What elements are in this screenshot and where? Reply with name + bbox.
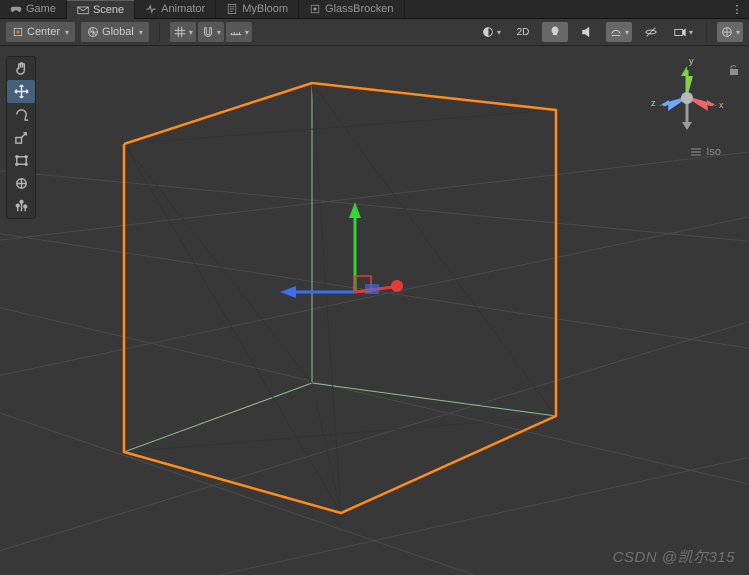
camera-icon	[673, 25, 687, 39]
gizmos-icon	[720, 25, 734, 39]
iso-icon	[690, 147, 702, 157]
snap-settings[interactable]	[226, 22, 252, 42]
mode-2d-toggle[interactable]: 2D	[510, 22, 536, 42]
magnet-icon	[201, 25, 215, 39]
lighting-toggle[interactable]	[542, 22, 568, 42]
tab-label: MyBloom	[242, 3, 288, 15]
transform-tool[interactable]	[7, 172, 35, 195]
scene-viewport[interactable]	[0, 46, 749, 575]
watermark: CSDN @凯尔315	[613, 546, 735, 567]
shader-icon	[309, 3, 321, 15]
effects-toggle[interactable]	[606, 22, 632, 42]
ruler-icon	[229, 25, 243, 39]
rotate-icon	[14, 107, 29, 122]
scene-icon	[77, 4, 89, 16]
tab-overflow-menu[interactable]: ⋮	[725, 3, 749, 16]
rect-tool[interactable]	[7, 149, 35, 172]
animator-icon	[145, 3, 157, 15]
floor-grid	[0, 146, 749, 575]
tool-palette	[6, 56, 36, 219]
cube-wireframe	[124, 83, 556, 513]
tab-game[interactable]: Game	[0, 0, 67, 19]
gizmo-lock[interactable]	[729, 64, 739, 79]
draw-mode-dropdown[interactable]	[478, 22, 504, 42]
tab-mybloom[interactable]: MyBloom	[216, 0, 299, 19]
lightbulb-icon	[548, 25, 562, 39]
tab-glassbrocken[interactable]: GlassBrocken	[299, 0, 404, 19]
custom-tools[interactable]	[7, 195, 35, 218]
tools-icon	[14, 199, 29, 214]
center-icon	[12, 26, 24, 38]
gizmos-toggle[interactable]	[717, 22, 743, 42]
axis-y-label: y	[689, 56, 694, 66]
audio-toggle[interactable]	[574, 22, 600, 42]
pivot-mode-dropdown[interactable]: Center	[6, 22, 75, 42]
increment-snap-toggle[interactable]	[198, 22, 224, 42]
shaded-icon	[481, 25, 495, 39]
grid-snap-toggle[interactable]	[170, 22, 196, 42]
transform-icon	[14, 176, 29, 191]
scene-toolbar: Center Global 2D	[0, 19, 749, 46]
lock-open-icon	[729, 64, 739, 76]
audio-icon	[580, 25, 594, 39]
cube-selection-outline	[124, 83, 556, 513]
hand-icon	[14, 61, 29, 76]
hand-tool[interactable]	[7, 57, 35, 80]
orientation-gizmo[interactable]: y x z	[645, 56, 729, 140]
hidden-toggle[interactable]	[638, 22, 664, 42]
grid-icon	[173, 25, 187, 39]
rotate-tool[interactable]	[7, 103, 35, 126]
editor-tab-bar: Game Scene Animator MyBloom GlassBrocken…	[0, 0, 749, 19]
axis-z-label: z	[651, 98, 656, 108]
rect-icon	[14, 153, 29, 168]
space-mode-dropdown[interactable]: Global	[81, 22, 149, 42]
tab-label: Scene	[93, 4, 124, 16]
move-tool[interactable]	[7, 80, 35, 103]
eye-off-icon	[644, 25, 658, 39]
axis-x-label: x	[719, 100, 724, 110]
script-icon	[226, 3, 238, 15]
tab-animator[interactable]: Animator	[135, 0, 216, 19]
mode-2d-label: 2D	[517, 27, 530, 38]
projection-label: Iso	[706, 146, 721, 158]
tab-label: Animator	[161, 3, 205, 15]
transform-gizmo[interactable]	[280, 202, 403, 298]
gamepad-icon	[10, 3, 22, 15]
projection-mode[interactable]: Iso	[690, 146, 721, 158]
move-icon	[14, 84, 29, 99]
snap-group	[170, 22, 252, 42]
effects-icon	[609, 25, 623, 39]
globe-icon	[87, 26, 99, 38]
pivot-mode-label: Center	[27, 26, 60, 38]
tab-scene[interactable]: Scene	[67, 0, 135, 19]
scale-tool[interactable]	[7, 126, 35, 149]
tab-label: GlassBrocken	[325, 3, 393, 15]
scale-icon	[14, 130, 29, 145]
space-mode-label: Global	[102, 26, 134, 38]
tab-label: Game	[26, 3, 56, 15]
camera-settings[interactable]	[670, 22, 696, 42]
